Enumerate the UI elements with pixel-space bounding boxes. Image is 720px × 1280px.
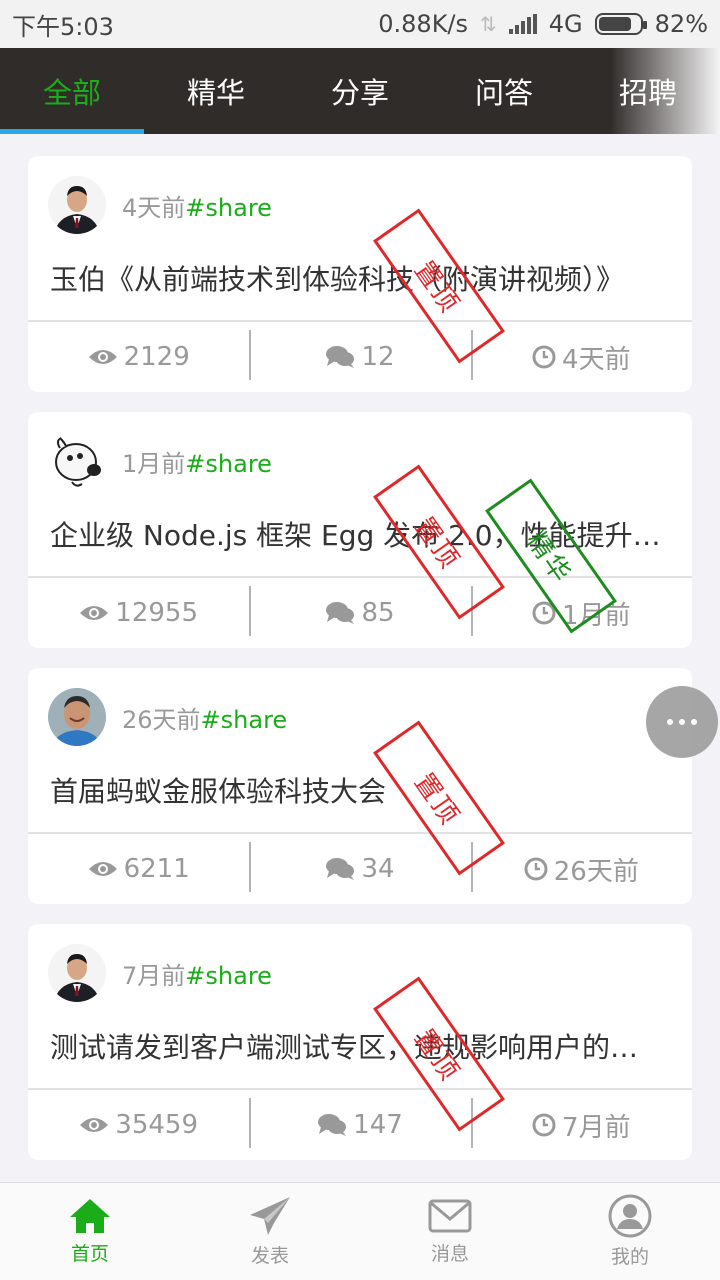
post-meta: 26天前#share bbox=[122, 700, 287, 735]
comments-icon bbox=[326, 346, 355, 368]
tab-good[interactable]: 精华 bbox=[144, 48, 288, 134]
tab-ask[interactable]: 问答 bbox=[432, 48, 576, 134]
clock-icon bbox=[532, 1113, 556, 1137]
post-tag[interactable]: #share bbox=[185, 962, 272, 990]
battery-icon bbox=[594, 13, 647, 35]
eye-icon bbox=[80, 606, 109, 620]
post-title[interactable]: 首届蚂蚁金服体验科技大会 bbox=[50, 770, 690, 810]
network-type: 4G bbox=[548, 10, 583, 38]
clock-icon bbox=[532, 345, 556, 369]
post-stats: 2129 12 4天前 bbox=[28, 322, 692, 392]
home-icon bbox=[70, 1199, 110, 1233]
card-header: 1月前#share bbox=[48, 432, 272, 490]
view-count-value: 35459 bbox=[115, 1110, 199, 1140]
reply-count-value: 34 bbox=[361, 854, 395, 884]
nav-messages[interactable]: 消息 bbox=[360, 1183, 540, 1280]
reply-count-value: 147 bbox=[353, 1110, 403, 1140]
comments-icon bbox=[318, 1114, 347, 1136]
tab-job[interactable]: 招聘 bbox=[576, 48, 720, 134]
last-reply: 4天前 bbox=[470, 322, 692, 392]
post-meta: 7月前#share bbox=[122, 956, 272, 991]
post-time: 4天前 bbox=[122, 193, 186, 222]
card-header: 4天前#share bbox=[48, 176, 272, 234]
more-dot-icon bbox=[667, 719, 673, 725]
last-reply-value: 4天前 bbox=[562, 344, 631, 375]
more-dot-icon bbox=[679, 719, 685, 725]
topic-card[interactable]: 4天前#share 玉伯《从前端技术到体验科技（附演讲视频）》 2129 12 … bbox=[28, 156, 692, 392]
comments-icon bbox=[326, 858, 355, 880]
nav-publish-label: 发表 bbox=[250, 1245, 289, 1267]
more-fab-button[interactable] bbox=[646, 686, 718, 758]
signal-icon bbox=[508, 14, 537, 34]
author-avatar[interactable] bbox=[48, 944, 106, 1002]
reply-count-value: 85 bbox=[361, 598, 395, 628]
eye-icon bbox=[88, 350, 117, 364]
post-tag[interactable]: #share bbox=[201, 706, 288, 734]
status-bar: 下午5:03 0.88K/s ⇅ 4G 82% bbox=[0, 0, 720, 48]
post-meta: 1月前#share bbox=[122, 444, 272, 479]
post-title[interactable]: 玉伯《从前端技术到体验科技（附演讲视频）》 bbox=[50, 258, 690, 298]
nav-profile-label: 我的 bbox=[610, 1246, 649, 1268]
topic-card[interactable]: 26天前#share 首届蚂蚁金服体验科技大会 6211 34 26天前 bbox=[28, 668, 692, 904]
view-count: 35459 bbox=[28, 1090, 249, 1160]
view-count: 6211 bbox=[28, 834, 249, 904]
view-count-value: 12955 bbox=[115, 598, 199, 628]
post-title[interactable]: 企业级 Node.js 框架 Egg 发布 2.0，性能提升… bbox=[50, 514, 690, 554]
mail-icon bbox=[428, 1199, 472, 1233]
user-icon bbox=[608, 1194, 652, 1238]
post-time: 26天前 bbox=[122, 705, 201, 734]
author-avatar[interactable] bbox=[48, 176, 106, 234]
nav-publish[interactable]: 发表 bbox=[180, 1183, 360, 1280]
bottom-nav: 首页 发表 消息 我的 bbox=[0, 1182, 720, 1280]
post-tag[interactable]: #share bbox=[185, 194, 272, 222]
more-dot-icon bbox=[691, 719, 697, 725]
author-avatar[interactable] bbox=[48, 688, 106, 746]
post-stats: 6211 34 26天前 bbox=[28, 834, 692, 904]
eye-icon bbox=[88, 862, 117, 876]
last-reply: 26天前 bbox=[470, 834, 692, 904]
card-header: 7月前#share bbox=[48, 944, 272, 1002]
topic-card[interactable]: 7月前#share 测试请发到客户端测试专区，违规影响用户的… 35459 14… bbox=[28, 924, 692, 1160]
post-time: 1月前 bbox=[122, 449, 186, 478]
view-count-value: 6211 bbox=[123, 854, 190, 884]
eye-icon bbox=[80, 1118, 109, 1132]
author-avatar[interactable] bbox=[48, 432, 106, 490]
post-time: 7月前 bbox=[122, 961, 186, 990]
view-count: 12955 bbox=[28, 578, 249, 648]
nav-messages-label: 消息 bbox=[430, 1243, 469, 1265]
post-tag[interactable]: #share bbox=[185, 450, 272, 478]
tab-share[interactable]: 分享 bbox=[288, 48, 432, 134]
status-time: 下午5:03 bbox=[12, 12, 114, 41]
post-stats: 35459 147 7月前 bbox=[28, 1090, 692, 1160]
comments-icon bbox=[326, 602, 355, 624]
data-transfer-icon: ⇅ bbox=[480, 12, 497, 36]
battery-percent: 82% bbox=[654, 10, 708, 38]
nav-profile[interactable]: 我的 bbox=[540, 1183, 720, 1280]
clock-icon bbox=[524, 857, 548, 881]
send-icon bbox=[250, 1197, 290, 1235]
last-reply-value: 7月前 bbox=[562, 1112, 631, 1143]
category-tabbar: 全部 精华 分享 问答 招聘 bbox=[0, 48, 720, 134]
last-reply-value: 26天前 bbox=[553, 856, 639, 887]
nav-home[interactable]: 首页 bbox=[0, 1183, 180, 1280]
view-count: 2129 bbox=[28, 322, 249, 392]
view-count-value: 2129 bbox=[123, 342, 190, 372]
status-right: 0.88K/s ⇅ 4G 82% bbox=[378, 10, 708, 38]
network-speed: 0.88K/s bbox=[378, 10, 469, 38]
post-meta: 4天前#share bbox=[122, 188, 272, 223]
card-header: 26天前#share bbox=[48, 688, 287, 746]
reply-count-value: 12 bbox=[361, 342, 395, 372]
tab-all[interactable]: 全部 bbox=[0, 48, 144, 134]
post-title[interactable]: 测试请发到客户端测试专区，违规影响用户的… bbox=[50, 1026, 690, 1066]
last-reply: 7月前 bbox=[470, 1090, 692, 1160]
nav-home-label: 首页 bbox=[70, 1243, 109, 1265]
